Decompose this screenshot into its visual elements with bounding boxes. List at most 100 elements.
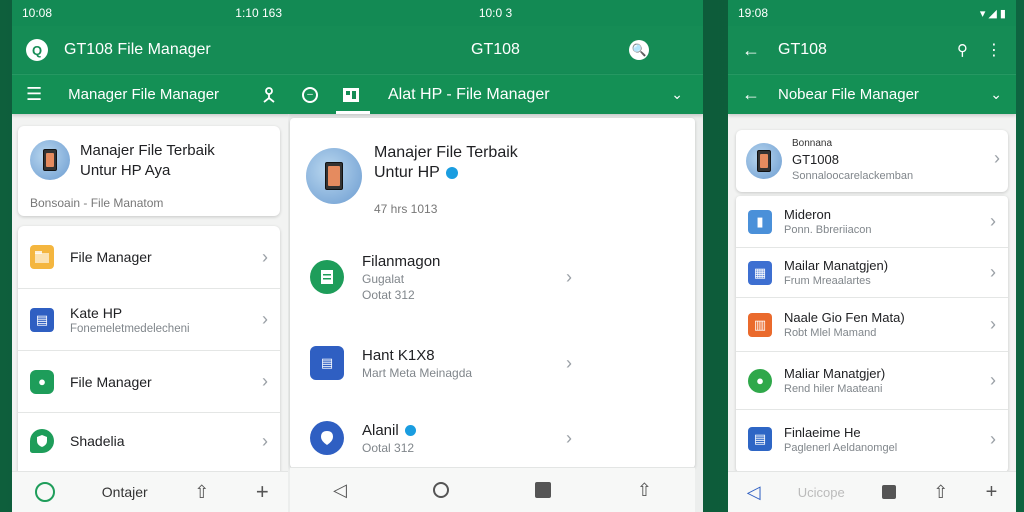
back-arrow-icon[interactable]: ← [742,84,760,105]
phone-icon [43,149,57,171]
back-triangle-icon[interactable]: ◁ [747,482,761,503]
document-icon: ▤ [748,427,772,451]
recents-square-icon[interactable] [534,482,551,498]
recents-square-icon[interactable] [882,485,897,499]
app-list: ▮ Mideron Ponn. Bbreriiacon › ▦ Mailar M… [736,196,1008,472]
account-subtitle: Sonnaloocarelackemban [792,170,914,182]
list-item-subtitle: Rend hiler Maateani [784,383,883,395]
share-icon[interactable]: ⇧ [933,482,948,503]
toolbar: ← Nobear File Manager ⌄ [728,74,1016,114]
list-item-subtitle: Robt Mlel Mamand [784,327,877,339]
chevron-right-icon: › [990,262,996,282]
list-item-subtitle: Ponn. Bbreriiacon [784,224,872,236]
chevron-right-icon: › [262,430,268,451]
person-pin-icon[interactable] [260,86,278,104]
phone-icon [325,162,343,190]
image-tab-icon[interactable] [342,87,360,103]
chevron-down-icon[interactable]: ⌄ [990,86,1002,103]
menu-icon[interactable]: ☰ [26,84,42,105]
account-label: Bonnana [792,138,833,149]
back-arrow-icon[interactable]: ← [742,40,760,61]
list-item-meta: Ootat 312 [362,287,415,302]
list-item[interactable]: ▤ Finlaeime He Paglenerl Aeldanomgel › [736,410,1008,468]
bottom-bar: Ontajer ⇧ + [12,471,292,512]
bottom-label[interactable]: Ontajer [102,484,148,500]
shield-icon [30,429,54,453]
verified-icon [404,424,416,436]
chevron-right-icon: › [262,309,268,329]
list-item-title: Shadelia [70,433,125,449]
featured-card[interactable]: Manajer File Terbaik Untur HP Aya Bonsoa… [18,126,280,216]
tab-bar: – Alat HP - File Manager ⌄ [288,74,703,114]
app-title: GT108 [778,41,827,58]
chevron-right-icon: › [990,211,996,231]
search-icon[interactable]: 🔍 [629,40,649,60]
app-title: GT108 [471,41,520,58]
featured-meta: 47 hrs 1013 [374,202,438,216]
list-item[interactable]: Shadelia › [18,413,280,469]
chevron-down-icon[interactable]: ⌄ [671,86,683,103]
grid-document-icon: ▦ [748,260,772,285]
chevron-right-icon: › [566,427,572,448]
chevron-right-icon: › [990,370,996,390]
tab-title[interactable]: Alat HP - File Manager [388,86,550,104]
back-triangle-icon[interactable]: ◁ [333,480,347,501]
list-item-title: File Manager [70,249,152,265]
avatar [306,148,362,204]
list-item[interactable]: ▮ Mideron Ponn. Bbreriiacon › [736,196,1008,248]
folder-icon [30,245,54,269]
minus-circle-icon[interactable]: – [302,86,318,103]
list-item[interactable]: ▦ Mailar Manatgjen) Frum Mreaalartes › [736,248,1008,298]
spreadsheet-icon [310,260,344,294]
list-item[interactable]: File Manager › [18,226,280,289]
list-item-title: Kate HP [70,304,123,321]
plus-icon[interactable]: + [256,479,269,505]
share-icon[interactable]: ⇧ [194,482,209,503]
search-icon[interactable]: ⚲ [957,41,968,59]
chevron-right-icon: › [990,428,996,449]
featured-subtitle: Untur HP Aya [80,162,171,179]
screen-file-manager-1: 10:08 1:10 163 Q GT108 File Manager ☰ Ma… [12,0,292,512]
account-card[interactable]: Bonnana GT1008 Sonnaloocarelackemban › [736,130,1008,192]
featured-title: Manajer File Terbaik [374,144,518,161]
chevron-right-icon: › [262,246,268,267]
list-item-subtitle: Frum Mreaalartes [784,275,871,287]
featured-title: Manajer File Terbaik [80,142,215,159]
plus-icon[interactable]: + [986,481,998,504]
chevron-right-icon: › [566,352,572,373]
list-item-title: Mideron [784,207,831,222]
home-circle-icon[interactable] [432,482,449,498]
list-item-subtitle: Paglenerl Aeldanomgel [784,441,898,454]
list-item-title: Naale Gio Fen Mata) [784,310,905,325]
list-item-subtitle: Mart Meta Meinagda [362,365,473,380]
list-item-title: Finlaeime He [784,424,861,440]
search-circle-icon[interactable] [35,482,56,502]
list-item[interactable]: ● Maliar Manatgjer) Rend hiler Maateani … [736,352,1008,410]
chevron-right-icon: › [994,148,1000,168]
share-icon[interactable]: ⇧ [637,480,652,501]
chat-icon: ● [30,369,54,394]
list-item-title: Mailar Manatgjen) [784,258,889,273]
featured-subtitle-row: Untur HP [374,164,458,182]
bottom-label[interactable]: Ucicope [798,485,845,500]
tab-indicator [336,111,370,114]
list-item[interactable]: Alanil Ootal 312 › [310,413,590,463]
status-bar: 10:08 1:10 163 [12,0,292,26]
list-item[interactable]: Filanmagon Gugalat Ootat 312 › [310,248,590,306]
app-bar: GT108 🔍 [288,26,703,74]
phone-icon [757,150,771,172]
list-item[interactable]: ▤ Kate HP Fonemeletmedelecheni › [18,289,280,351]
folder-icon: ▮ [748,209,772,234]
list-item[interactable]: ▥ Naale Gio Fen Mata) Robt Mlel Mamand › [736,298,1008,352]
list-item-title: File Manager [70,373,152,390]
chevron-right-icon: › [566,266,572,287]
app-bar: Q GT108 File Manager [12,26,292,74]
list-item[interactable]: ▤ Hant K1X8 Mart Meta Meinagda › [310,338,590,388]
more-vert-icon[interactable]: ⋮ [986,40,1002,60]
status-clock: 1:10 163 [235,6,282,20]
content-panel: Manajer File Terbaik Untur HP 47 hrs 101… [290,118,695,468]
app-logo-icon: Q [26,39,48,61]
status-icons: ▾ ◢ ▮ [979,7,1006,20]
screen-file-manager-2: 10:0 3 GT108 🔍 – Alat HP - File Manager … [288,0,703,512]
list-item[interactable]: ● File Manager › [18,351,280,413]
